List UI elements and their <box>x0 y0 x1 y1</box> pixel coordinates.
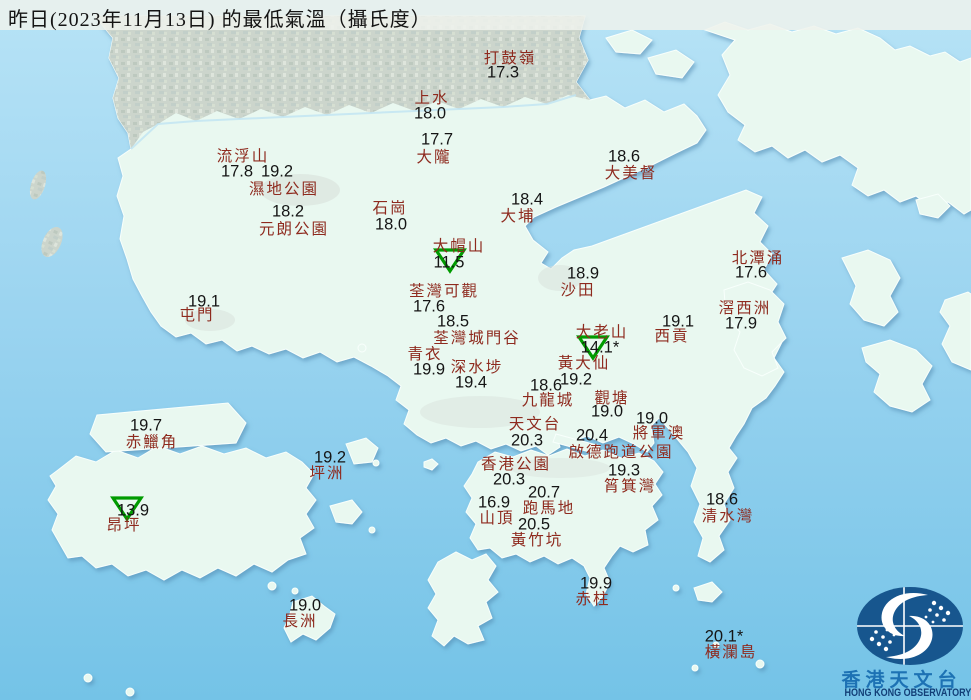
station-temperature: 18.2 <box>271 202 305 221</box>
station-temperature: 17.9 <box>724 314 758 333</box>
hko-logo: 香港天文台 HONG KONG OBSERVATORY <box>832 583 971 700</box>
station-temperature: 19.2 <box>559 370 593 389</box>
station-temperature: 17.8 <box>220 162 254 181</box>
station-temperature: 19.0 <box>635 409 669 428</box>
station-temperature: 16.9 <box>477 493 511 512</box>
station-temperature: 13.9 <box>116 501 150 520</box>
station-temperature: 20.4 <box>575 426 609 445</box>
station-temperature: 19.1 <box>187 292 221 311</box>
station-temperature: 17.7 <box>420 130 454 149</box>
station-temperature: 19.9 <box>579 574 613 593</box>
station-temperature: 18.5 <box>436 312 470 331</box>
station-temperature: 18.6 <box>705 490 739 509</box>
map-title: 昨日(2023年11月13日) 的最低氣溫（攝氏度） <box>8 9 432 31</box>
station-temperature: 18.9 <box>566 264 600 283</box>
station-temperature: 14.1* <box>580 338 620 357</box>
station-temperature: 19.1 <box>661 312 695 331</box>
station-temperature: 19.9 <box>412 360 446 379</box>
station-temperature: 11.5 <box>433 253 465 272</box>
station-temperature: 19.3 <box>607 461 641 480</box>
station-temperature: 20.5 <box>517 515 551 534</box>
station-temperature: 18.4 <box>510 190 544 209</box>
station-temperature: 19.0 <box>590 402 624 421</box>
station-temperature: 20.7 <box>527 483 561 502</box>
observatory-logo-icon <box>857 587 963 665</box>
weather-map-page: 昨日(2023年11月13日) 的最低氣溫（攝氏度） 17.3 打鼓嶺 18.0… <box>0 0 971 700</box>
station-temperature: 19.0 <box>288 596 322 615</box>
stations-layer: 17.3 打鼓嶺 18.0 上水 17.7 大隴 17.8 流浮山 19.2 濕… <box>0 0 971 700</box>
station-temperature: 19.2 <box>260 162 294 181</box>
station-temperature: 17.3 <box>486 63 520 82</box>
station-temperature: 17.6 <box>734 263 768 282</box>
station-temperature: 18.0 <box>374 215 408 234</box>
logo-text-en: HONG KONG OBSERVATORY <box>844 687 971 699</box>
station-temperature: 19.4 <box>454 373 488 392</box>
station-temperature: 18.0 <box>413 104 447 123</box>
station-temperature: 18.6 <box>529 376 563 395</box>
station-temperature: 19.7 <box>129 416 163 435</box>
station-temperature: 20.3 <box>492 470 526 489</box>
station-temperature: 19.2 <box>313 448 347 467</box>
station-temperature: 20.3 <box>510 431 544 450</box>
station-temperature: 20.1* <box>704 627 744 646</box>
station-temperature: 18.6 <box>607 147 641 166</box>
